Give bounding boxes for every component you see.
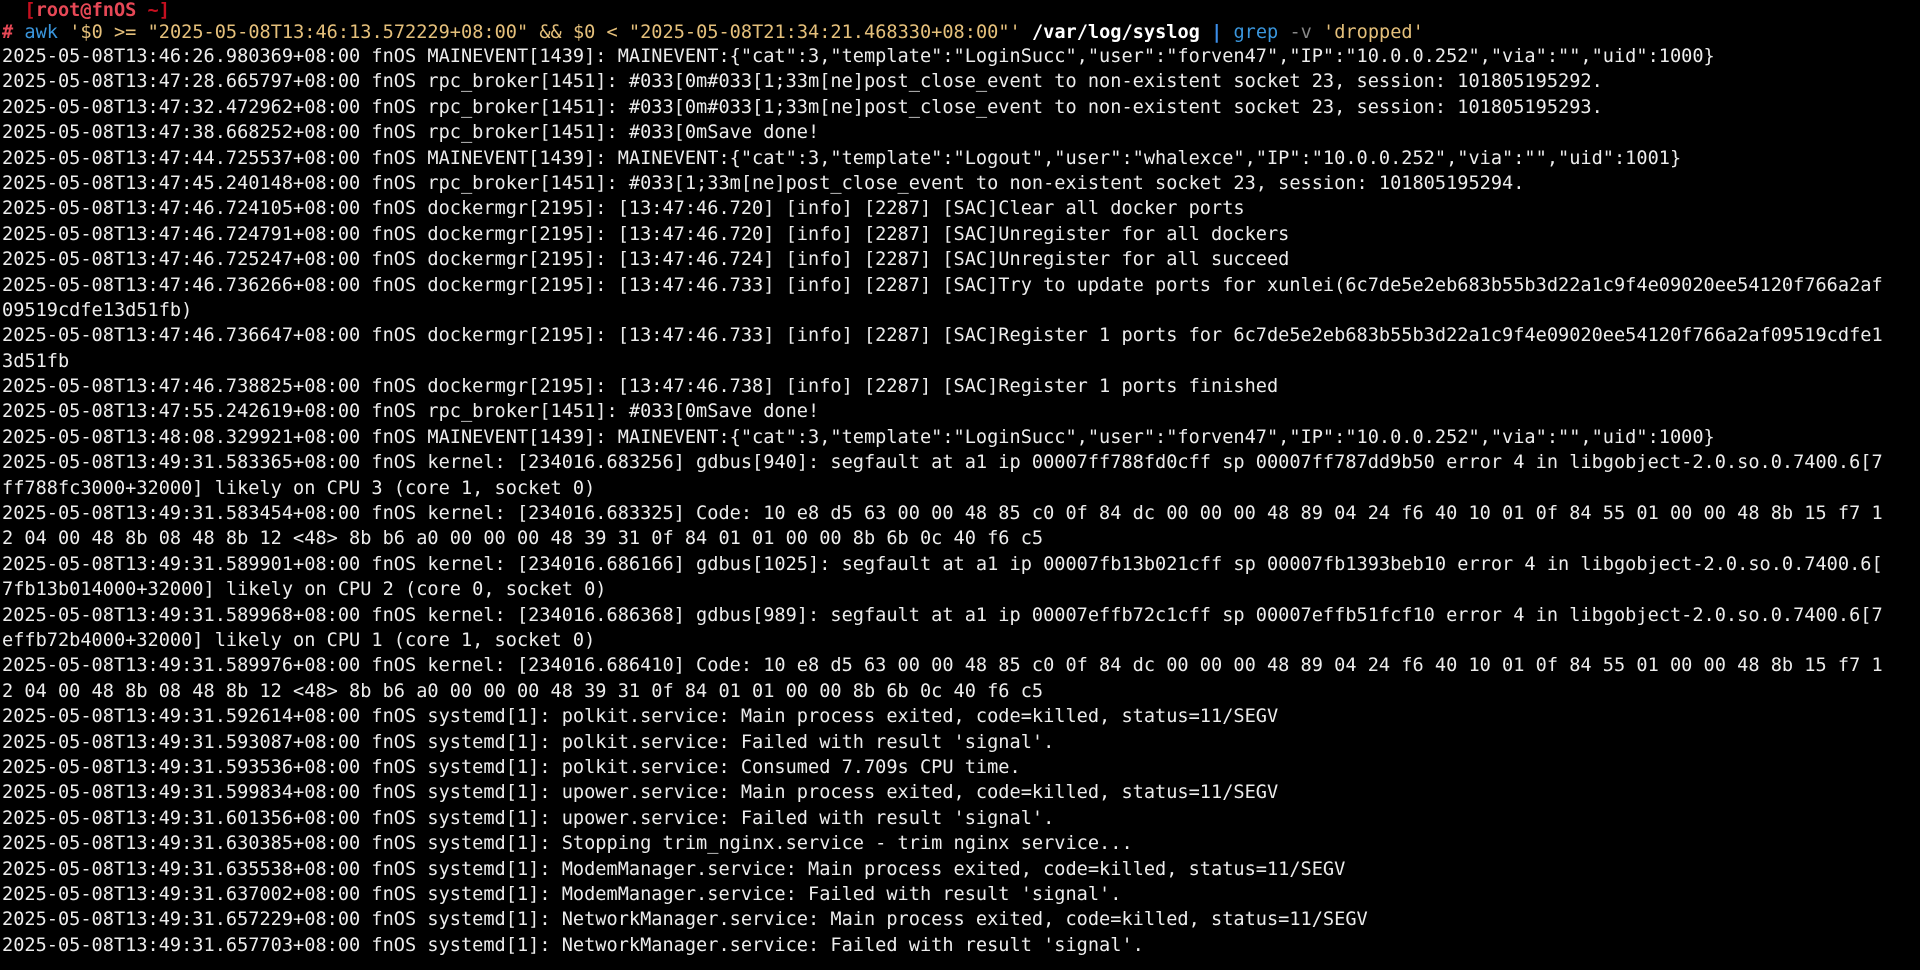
log-line: 2025-05-08T13:47:46.724105+08:00 fnOS do… (2, 198, 1245, 220)
prompt-open-bracket: [ (24, 0, 36, 21)
log-line: 2025-05-08T13:49:31.593087+08:00 fnOS sy… (2, 731, 1055, 753)
log-line: 2 04 00 48 8b 08 48 8b 12 <48> 8b b6 a0 … (2, 680, 1044, 702)
prompt-user-host: root@fnOS (35, 0, 137, 21)
log-line: 2025-05-08T13:49:31.630385+08:00 fnOS sy… (2, 833, 1133, 855)
log-line: 09519cdfe13d51fb) (2, 299, 193, 321)
prompt-close-bracket: ] (158, 0, 170, 21)
log-line: 2025-05-08T13:47:45.240148+08:00 fnOS rp… (2, 172, 1525, 194)
log-line: 2025-05-08T13:49:31.657229+08:00 fnOS sy… (2, 909, 1368, 931)
log-line: 2025-05-08T13:49:31.589968+08:00 fnOS ke… (2, 604, 1883, 626)
log-line: 2025-05-08T13:47:46.725247+08:00 fnOS do… (2, 249, 1290, 271)
pipe-operator: | (1211, 22, 1223, 43)
log-line: 7fb13b014000+32000] likely on CPU 2 (cor… (2, 579, 607, 601)
prompt-cwd: ~ (136, 0, 159, 21)
command-line[interactable]: # awk '$0 >= "2025-05-08T13:46:13.572229… (2, 22, 1920, 44)
awk-command: awk (24, 22, 58, 43)
log-line: 2025-05-08T13:49:31.637002+08:00 fnOS sy… (2, 883, 1122, 905)
log-line: 2025-05-08T13:49:31.601356+08:00 fnOS sy… (2, 807, 1055, 829)
shell-prompt: [root@fnOS ~] (2, 0, 1920, 22)
log-line: 2025-05-08T13:49:31.589901+08:00 fnOS ke… (2, 553, 1883, 575)
log-line: 2025-05-08T13:47:46.724791+08:00 fnOS do… (2, 223, 1290, 245)
log-line: 2 04 00 48 8b 08 48 8b 12 <48> 8b b6 a0 … (2, 528, 1044, 550)
root-prompt-hash: # (2, 22, 14, 43)
log-line: 2025-05-08T13:49:31.635538+08:00 fnOS sy… (2, 858, 1346, 880)
log-line: ff788fc3000+32000] likely on CPU 3 (core… (2, 477, 596, 499)
grep-command: grep (1233, 22, 1279, 43)
log-line: 2025-05-08T13:49:31.657703+08:00 fnOS sy… (2, 934, 1144, 956)
log-line: 2025-05-08T13:49:31.589976+08:00 fnOS ke… (2, 655, 1883, 677)
log-line: 2025-05-08T13:49:31.592614+08:00 fnOS sy… (2, 706, 1279, 728)
log-line: 2025-05-08T13:47:32.472962+08:00 fnOS rp… (2, 96, 1603, 118)
terminal-window[interactable]: [root@fnOS ~] # awk '$0 >= "2025-05-08T1… (0, 0, 1920, 970)
log-line: 2025-05-08T13:46:26.980369+08:00 fnOS MA… (2, 46, 1715, 67)
grep-flag: -v (1289, 22, 1312, 43)
syslog-path: /var/log/syslog (1031, 22, 1200, 43)
log-line: 2025-05-08T13:48:08.329921+08:00 fnOS MA… (2, 426, 1715, 448)
log-line: 2025-05-08T13:47:28.665797+08:00 fnOS rp… (2, 71, 1603, 93)
log-line: 2025-05-08T13:49:31.599834+08:00 fnOS sy… (2, 782, 1279, 804)
log-line: effb72b4000+32000] likely on CPU 1 (core… (2, 629, 596, 651)
log-line: 2025-05-08T13:49:31.593536+08:00 fnOS sy… (2, 756, 1021, 778)
log-line: 2025-05-08T13:47:46.738825+08:00 fnOS do… (2, 376, 1279, 398)
log-line: 2025-05-08T13:47:44.725537+08:00 fnOS MA… (2, 147, 1682, 169)
grep-pattern: 'dropped' (1323, 22, 1424, 43)
log-line: 2025-05-08T13:49:31.583365+08:00 fnOS ke… (2, 452, 1883, 474)
log-line: 2025-05-08T13:47:46.736266+08:00 fnOS do… (2, 274, 1883, 296)
log-line: 3d51fb (2, 350, 70, 372)
log-line: 2025-05-08T13:47:46.736647+08:00 fnOS do… (2, 325, 1883, 347)
log-line: 2025-05-08T13:47:38.668252+08:00 fnOS rp… (2, 122, 820, 144)
log-line: 2025-05-08T13:47:55.242619+08:00 fnOS rp… (2, 401, 820, 423)
log-output: 2025-05-08T13:46:26.980369+08:00 fnOS MA… (2, 44, 1920, 958)
awk-script: '$0 >= "2025-05-08T13:46:13.572229+08:00… (69, 22, 1021, 43)
log-line: 2025-05-08T13:49:31.583454+08:00 fnOS ke… (2, 503, 1883, 525)
